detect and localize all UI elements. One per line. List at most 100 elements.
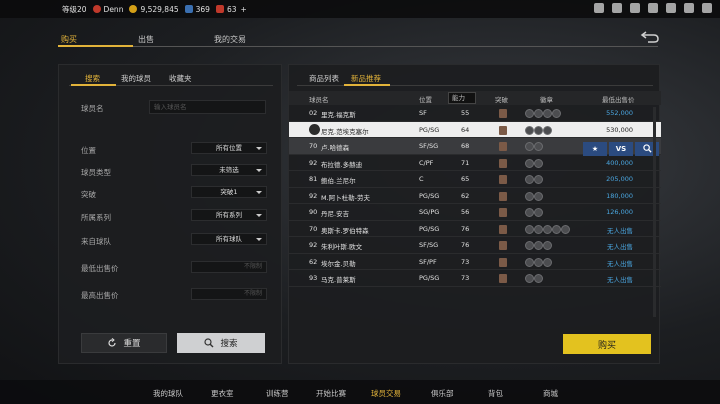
search-button[interactable]: 搜索 bbox=[177, 333, 265, 353]
user-display: Denn bbox=[92, 5, 123, 14]
row-position: C/PF bbox=[419, 158, 434, 167]
row-player-name: 奥斯卡.罗伯特森 bbox=[321, 226, 369, 235]
badge-icon bbox=[534, 125, 543, 135]
nav-training[interactable]: 训练营 bbox=[266, 388, 289, 399]
team-select[interactable]: 所有球队 bbox=[191, 233, 267, 245]
header-position[interactable]: 位置 bbox=[419, 94, 432, 104]
search-label: 搜索 bbox=[220, 339, 238, 349]
nav-my-team[interactable]: 我的球队 bbox=[153, 388, 183, 399]
row-price: 552,000 bbox=[606, 109, 633, 117]
row-rank: 81 bbox=[309, 175, 318, 183]
break-select[interactable]: 突破1 bbox=[191, 186, 267, 198]
tab-favorites[interactable]: 收藏夹 bbox=[169, 73, 192, 84]
badge-icon bbox=[534, 191, 543, 201]
series-select[interactable]: 所有系列 bbox=[191, 209, 267, 221]
table-row[interactable]: 62 埃尔金.贝勒 SF/PF 73 无人出售 bbox=[289, 254, 661, 270]
table-row[interactable]: 92 朱利叶斯.欧文 SF/SG 76 无人出售 bbox=[289, 237, 661, 254]
nav-club[interactable]: 俱乐部 bbox=[431, 388, 454, 399]
type-select[interactable]: 未筛选 bbox=[191, 164, 267, 176]
table-row[interactable]: 92 M.阿卜杜勒-劳夫 PG/SG 62 180,000 bbox=[289, 188, 661, 204]
row-price: 530,000 bbox=[606, 125, 633, 134]
refresh-icon bbox=[108, 338, 117, 347]
tabs-divider bbox=[58, 46, 658, 47]
profile-icon[interactable] bbox=[648, 3, 658, 13]
row-player-name: 丹尼.安吉 bbox=[321, 210, 350, 218]
header-break[interactable]: 突破 bbox=[495, 94, 508, 104]
row-rank: 93 bbox=[309, 274, 318, 282]
coins-text: 9,529,845 bbox=[140, 4, 179, 14]
bell-icon[interactable] bbox=[612, 3, 622, 13]
position-label: 位置 bbox=[81, 146, 96, 155]
nav-locker-room[interactable]: 更衣室 bbox=[211, 388, 234, 399]
badge-icon bbox=[543, 125, 552, 135]
break-level-icon bbox=[499, 208, 507, 217]
break-level-icon bbox=[499, 158, 507, 168]
min-price-input[interactable]: 不限制 bbox=[191, 261, 267, 273]
row-rank: 70 bbox=[309, 142, 318, 150]
mail-icon[interactable] bbox=[594, 3, 604, 13]
type-label: 球员类型 bbox=[81, 168, 111, 177]
shield-icon[interactable] bbox=[684, 3, 694, 13]
tokens-text: 63 bbox=[226, 4, 237, 14]
badge-icon bbox=[534, 109, 543, 118]
badge-icon bbox=[543, 257, 552, 267]
badge-icon bbox=[525, 208, 534, 217]
position-select[interactable]: 所有位置 bbox=[191, 142, 267, 154]
max-price-input[interactable]: 不限制 bbox=[191, 288, 267, 300]
row-position: SF/PF bbox=[419, 257, 437, 266]
row-price: 180,000 bbox=[606, 191, 633, 200]
row-rank: 90 bbox=[309, 208, 318, 216]
tab-buy[interactable]: 购买 bbox=[61, 34, 77, 45]
header-ability: 能力 bbox=[452, 94, 465, 102]
header-ability-dropdown[interactable]: 能力 bbox=[448, 92, 476, 104]
buy-button[interactable]: 购买 bbox=[563, 334, 651, 354]
tab-my-players[interactable]: 我的球员 bbox=[121, 73, 151, 84]
player-name-label: 球员名 bbox=[81, 104, 104, 113]
table-row[interactable]: 90 丹尼.安吉 SG/PG 56 126,000 bbox=[289, 204, 661, 221]
tokens-display: 63 + bbox=[215, 4, 247, 14]
table-row[interactable]: 81 鲍伯.兰尼尔 C 65 205,000 bbox=[289, 171, 661, 188]
table-row[interactable]: 70 奥斯卡.罗伯特森 PG/SG 76 无人出售 bbox=[289, 221, 661, 237]
team-label: 来自球队 bbox=[81, 237, 111, 246]
header-lowest-price[interactable]: 最低出售价 bbox=[602, 94, 635, 104]
tab-new-recommend[interactable]: 新品推荐 bbox=[351, 73, 381, 84]
badge-icon bbox=[552, 224, 561, 234]
vc-icon bbox=[184, 5, 193, 13]
header-badges[interactable]: 徽章 bbox=[540, 94, 553, 104]
table-row[interactable]: 93 马克.普莱斯 PG/SG 73 无人出售 bbox=[289, 270, 661, 287]
tab-product-list[interactable]: 商品列表 bbox=[309, 73, 339, 84]
table-row[interactable]: 02 里克.福克斯 SF 55 552,000 bbox=[289, 105, 661, 122]
row-position: PG/SG bbox=[419, 191, 440, 200]
row-rank: 92 bbox=[309, 158, 318, 167]
coin-icon bbox=[129, 5, 138, 13]
table-row[interactable]: 70 卢.哈德森 SF/SG 68 ★ VS bbox=[289, 138, 661, 156]
buy-label: 购买 bbox=[597, 340, 616, 351]
tab-my-trades[interactable]: 我的交易 bbox=[214, 34, 246, 45]
friends-icon[interactable] bbox=[630, 3, 640, 13]
table-row[interactable]: 92 布拉德.多赫迪 C/PF 71 400,000 bbox=[289, 155, 661, 171]
back-arrow-icon[interactable] bbox=[640, 30, 660, 44]
player-name-input[interactable]: 输入球员名 bbox=[149, 100, 266, 114]
badge-icon bbox=[534, 158, 543, 168]
header-name[interactable]: 球员名 bbox=[309, 94, 329, 104]
add-currency-button[interactable]: + bbox=[241, 5, 247, 14]
nav-player-trade[interactable]: 球员交易 bbox=[371, 388, 401, 399]
table-row[interactable]: 尼克.范埃克塞尔 PG/SG 64 530,000 bbox=[289, 121, 661, 138]
nav-shop[interactable]: 商城 bbox=[543, 388, 558, 399]
nav-start-game[interactable]: 开始比赛 bbox=[316, 388, 346, 399]
tab-sell[interactable]: 出售 bbox=[138, 34, 154, 45]
badge-icon bbox=[534, 175, 543, 184]
gear-icon[interactable] bbox=[666, 3, 676, 13]
exit-icon[interactable] bbox=[702, 3, 712, 13]
row-price: 205,000 bbox=[606, 175, 633, 183]
nav-backpack[interactable]: 背包 bbox=[488, 388, 503, 399]
search-icon bbox=[204, 338, 214, 348]
tab-search[interactable]: 搜索 bbox=[85, 73, 100, 84]
break-level-icon bbox=[499, 175, 507, 184]
badge-icon bbox=[525, 158, 534, 168]
row-rank: 70 bbox=[309, 224, 318, 233]
table-scrollbar[interactable] bbox=[653, 107, 656, 317]
reset-button[interactable]: 重置 bbox=[81, 333, 167, 353]
badge-icon bbox=[561, 224, 570, 234]
row-player-name: M.阿卜杜勒-劳夫 bbox=[321, 193, 371, 202]
